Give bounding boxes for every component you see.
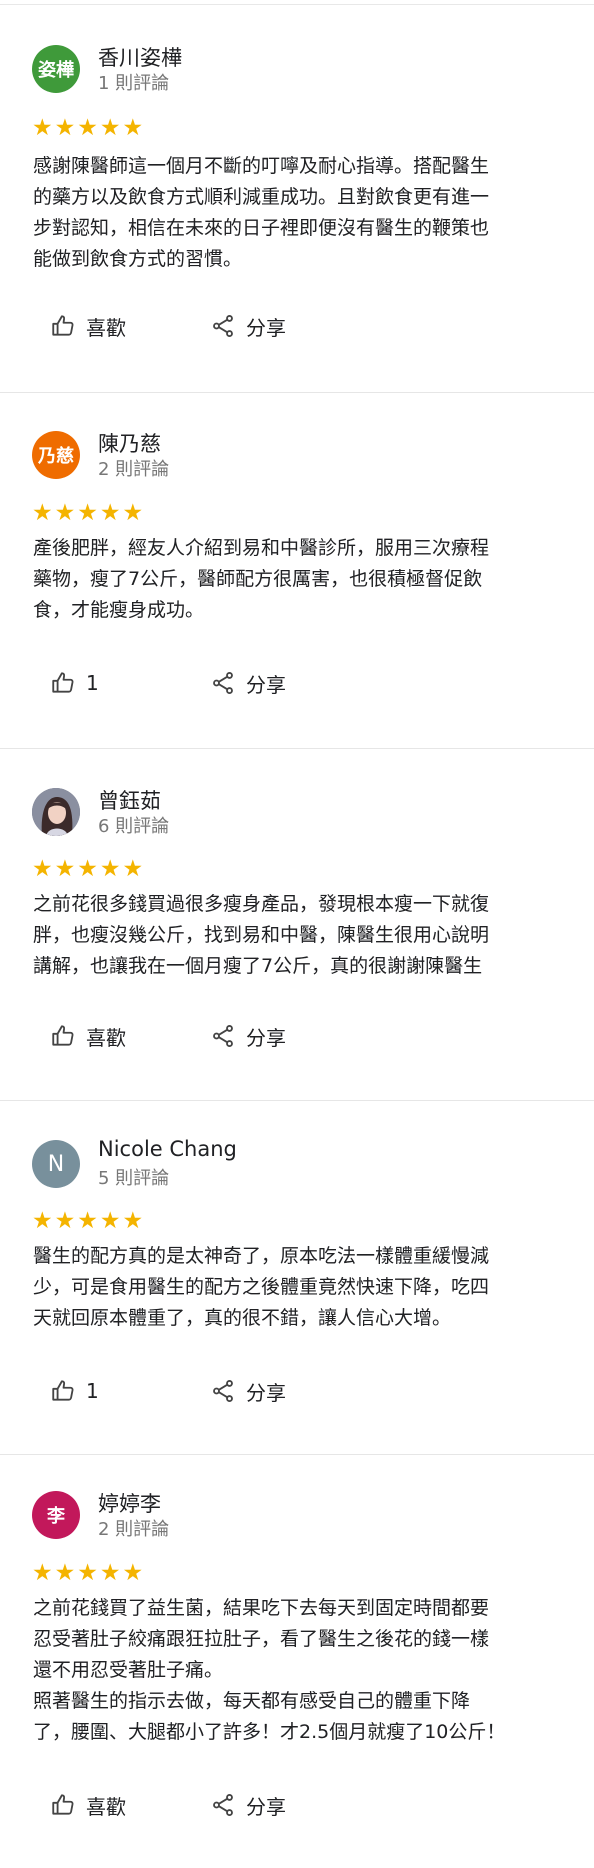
like-label: 喜歡 bbox=[86, 315, 126, 340]
review-card: N Nicole Chang 5 則評論 ★★★★★ 醫生的配方真的是太神奇了，… bbox=[0, 1101, 594, 1455]
reviewer-name[interactable]: 婷婷李 bbox=[98, 1488, 161, 1518]
review-card: 曾鈺茹 6 則評論 ★★★★★ 之前花很多錢買過很多瘦身產品，發現根本瘦一下就復… bbox=[0, 749, 594, 1101]
review-text: 醫生的配方真的是太神奇了，原本吃法一樣體重緩慢減 少，可是食用醫生的配方之後體重… bbox=[33, 1245, 490, 1329]
share-label: 分享 bbox=[246, 1794, 286, 1819]
share-button[interactable]: 分享 bbox=[210, 1371, 286, 1411]
review-card: 乃慈 陳乃慈 2 則評論 ★★★★★ 產後肥胖，經友人介紹到易和中醫診所，服用三… bbox=[0, 393, 594, 749]
review-actions: 1 分享 bbox=[50, 1371, 550, 1411]
review-actions: 1 分享 bbox=[50, 663, 550, 703]
avatar[interactable]: 李 bbox=[32, 1491, 80, 1539]
thumbs-up-icon bbox=[52, 1380, 74, 1401]
star-rating: ★★★★★ bbox=[32, 500, 146, 526]
avatar[interactable] bbox=[32, 788, 80, 836]
avatar[interactable]: 姿樺 bbox=[32, 45, 80, 93]
top-divider bbox=[0, 4, 594, 5]
avatar[interactable]: N bbox=[32, 1140, 80, 1188]
review-text: 感謝陳醫師這一個月不斷的叮嚀及耐心指導。搭配醫生 的藥方以及飲食方式順利減重成功… bbox=[33, 155, 490, 270]
review-actions: 喜歡 分享 bbox=[50, 306, 550, 346]
share-icon bbox=[213, 1025, 233, 1047]
reviewer-name[interactable]: Nicole Chang bbox=[98, 1137, 237, 1161]
review-count: 2 則評論 bbox=[98, 1519, 170, 1540]
star-rating: ★★★★★ bbox=[32, 856, 146, 882]
review-text: 之前花很多錢買過很多瘦身產品，發現根本瘦一下就復 胖，也瘦沒幾公斤，找到易和中醫… bbox=[33, 893, 490, 977]
review-card: 李 婷婷李 2 則評論 ★★★★★ 之前花錢買了益生菌，結果吃下去每天到固定時間… bbox=[0, 1455, 594, 1868]
share-button[interactable]: 分享 bbox=[210, 663, 286, 703]
star-rating: ★★★★★ bbox=[32, 115, 146, 141]
like-count: 1 bbox=[86, 1379, 99, 1403]
share-label: 分享 bbox=[246, 315, 286, 340]
share-button[interactable]: 分享 bbox=[210, 1016, 286, 1056]
like-label: 喜歡 bbox=[86, 1794, 126, 1819]
review-text: 產後肥胖，經友人介紹到易和中醫診所，服用三次療程 藥物，瘦了7公斤，醫師配方很厲… bbox=[33, 537, 490, 621]
like-button[interactable]: 喜歡 bbox=[50, 306, 126, 346]
review-actions: 喜歡 分享 bbox=[50, 1785, 550, 1825]
like-button[interactable]: 1 bbox=[50, 1371, 99, 1411]
avatar[interactable]: 乃慈 bbox=[32, 431, 80, 479]
thumbs-up-icon bbox=[52, 1025, 74, 1046]
share-icon bbox=[213, 1380, 233, 1402]
reviewer-name[interactable]: 曾鈺茹 bbox=[98, 785, 161, 815]
like-button[interactable]: 喜歡 bbox=[50, 1016, 126, 1056]
star-rating: ★★★★★ bbox=[32, 1560, 146, 1586]
like-label: 喜歡 bbox=[86, 1025, 126, 1050]
like-button[interactable]: 喜歡 bbox=[50, 1785, 126, 1825]
share-label: 分享 bbox=[246, 672, 286, 697]
share-icon bbox=[213, 315, 233, 337]
share-label: 分享 bbox=[246, 1025, 286, 1050]
profile-photo bbox=[32, 788, 80, 836]
review-count: 5 則評論 bbox=[98, 1168, 170, 1189]
review-count: 6 則評論 bbox=[98, 816, 170, 837]
like-count: 1 bbox=[86, 671, 99, 695]
review-actions: 喜歡 分享 bbox=[50, 1016, 550, 1056]
review-card: 姿樺 香川姿樺 1 則評論 ★★★★★ 感謝陳醫師這一個月不斷的叮嚀及耐心指導。… bbox=[0, 9, 594, 393]
review-count: 1 則評論 bbox=[98, 73, 170, 94]
review-count: 2 則評論 bbox=[98, 459, 170, 480]
like-button[interactable]: 1 bbox=[50, 663, 99, 703]
star-rating: ★★★★★ bbox=[32, 1208, 146, 1234]
reviewer-name[interactable]: 香川姿樺 bbox=[98, 42, 182, 72]
share-icon bbox=[213, 672, 233, 694]
review-text: 之前花錢買了益生菌，結果吃下去每天到固定時間都要 忍受著肚子絞痛跟狂拉肚子，看了… bbox=[33, 1597, 506, 1743]
share-label: 分享 bbox=[246, 1380, 286, 1405]
reviewer-name[interactable]: 陳乃慈 bbox=[98, 428, 161, 458]
share-icon bbox=[213, 1794, 233, 1816]
thumbs-up-icon bbox=[52, 672, 74, 693]
thumbs-up-icon bbox=[52, 1794, 74, 1815]
thumbs-up-icon bbox=[52, 315, 74, 336]
share-button[interactable]: 分享 bbox=[210, 306, 286, 346]
share-button[interactable]: 分享 bbox=[210, 1785, 286, 1825]
